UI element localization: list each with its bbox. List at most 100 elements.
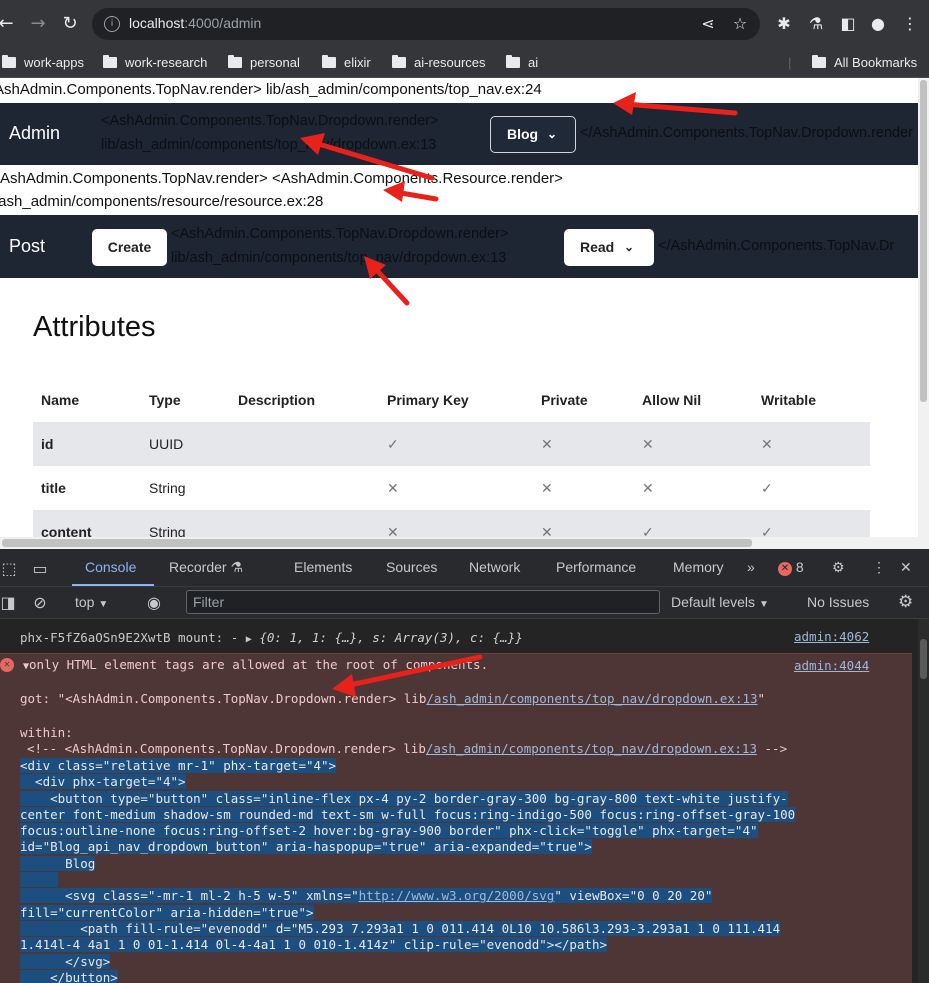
close-devtools-icon[interactable]: ✕: [900, 559, 912, 576]
bookmark-work-research[interactable]: work-research: [103, 54, 207, 72]
log-object[interactable]: {0: 1, 1: {…}, s: Array(3), c: {…}}: [259, 630, 522, 645]
read-dropdown-button[interactable]: Read ⌄: [564, 229, 654, 266]
settings-gear-icon[interactable]: ⚙: [832, 559, 845, 576]
device-toolbar-icon[interactable]: ▭: [30, 559, 50, 579]
clear-console-icon[interactable]: ⊘: [30, 593, 50, 613]
cell-description: [230, 466, 379, 510]
cell-description: [230, 422, 379, 466]
got-suffix: ": [757, 691, 766, 706]
more-tabs-icon[interactable]: »: [747, 559, 755, 575]
expand-triangle-icon[interactable]: ▶: [246, 634, 252, 645]
cross-icon: ✕: [379, 510, 533, 537]
blog-dropdown-button[interactable]: Blog ⌄: [490, 116, 576, 153]
log-levels-dropdown[interactable]: Default levels ▼: [671, 594, 769, 610]
tab-memory[interactable]: Memory: [673, 559, 724, 575]
comment-file-link[interactable]: /ash_admin/components/top_nav/dropdown.e…: [426, 741, 757, 756]
page-horizontal-scrollbar[interactable]: [0, 537, 929, 549]
col-type: Type: [149, 392, 181, 408]
url-host: localhost: [129, 15, 185, 31]
page-vertical-scrollbar[interactable]: [918, 78, 929, 537]
caret-down-icon: ▼: [98, 599, 109, 610]
bookmark-star-icon[interactable]: ☆: [730, 14, 750, 34]
error-header[interactable]: ▼only HTML element tags are allowed at t…: [23, 657, 488, 672]
error-code-block[interactable]: <div class="relative mr-1" phx-target="4…: [20, 758, 796, 983]
got-file-link[interactable]: /ash_admin/components/top_nav/dropdown.e…: [426, 691, 757, 706]
bookmark-label: elixir: [344, 55, 371, 70]
devtools-tabbar: ⬚ ▭ Console Recorder ⚗ Elements Sources …: [0, 549, 929, 587]
bookmark-personal[interactable]: personal: [228, 54, 300, 72]
bookmark-label: ai-resources: [414, 55, 486, 70]
levels-label: Default levels: [671, 594, 756, 610]
bookmark-all-bookmarks[interactable]: All Bookmarks: [812, 54, 917, 72]
sidebar-toggle-icon[interactable]: ◨: [0, 593, 16, 613]
context-selector[interactable]: top ▼: [75, 594, 108, 610]
log-source-link[interactable]: admin:4062: [794, 629, 869, 644]
console-settings-icon[interactable]: ⚙: [898, 592, 913, 612]
extensions-icon[interactable]: ✱: [774, 14, 794, 34]
eye-icon[interactable]: ◉: [142, 593, 166, 613]
inspect-element-icon[interactable]: ⬚: [0, 559, 18, 579]
resource-debug-close: </AshAdmin.Components.TopNav.Dr: [658, 238, 895, 254]
cell-name: content: [33, 510, 141, 537]
cross-icon: ✕: [387, 479, 399, 496]
forward-icon[interactable]: →: [26, 12, 50, 36]
resource-title: Post: [9, 236, 46, 256]
devtools-menu-icon[interactable]: ⋮: [872, 559, 886, 576]
folder-icon: [506, 55, 520, 68]
tab-elements[interactable]: Elements: [294, 559, 352, 575]
site-info-icon[interactable]: i: [104, 16, 120, 32]
folder-icon: [812, 55, 826, 68]
menu-kebab-icon[interactable]: ⋮: [900, 14, 920, 34]
bookmark-ai-resources[interactable]: ai-resources: [392, 54, 486, 72]
tab-performance[interactable]: Performance: [556, 559, 636, 575]
caret-down-icon: ▼: [758, 599, 769, 610]
tab-console[interactable]: Console: [85, 559, 136, 575]
read-button-label: Read: [580, 239, 615, 255]
tab-recorder[interactable]: Recorder ⚗: [169, 559, 243, 576]
bookmark-ai[interactable]: ai: [506, 54, 538, 72]
cross-icon: ✕: [541, 479, 553, 496]
code-line: <div class="relative mr-1" phx-target="4…: [20, 758, 337, 773]
bookmark-work-apps[interactable]: work-apps: [2, 54, 84, 72]
bookmark-label: personal: [250, 55, 300, 70]
scrollbar-thumb[interactable]: [920, 639, 927, 679]
code-line: fill="currentColor" aria-hidden="true">: [20, 904, 314, 920]
table-row: title String ✕ ✕ ✕ ✓: [33, 466, 870, 510]
nav-title-admin[interactable]: Admin: [9, 123, 60, 144]
code-line: </button>: [20, 969, 118, 983]
top-nav: Admin <AshAdmin.Components.TopNav.Dropdo…: [0, 103, 918, 165]
cross-icon: ✕: [533, 510, 634, 537]
scrollbar-thumb[interactable]: [920, 80, 927, 402]
nav-debug-path: lib/ash_admin/components/top_nav/dropdow…: [101, 137, 437, 153]
console-output: phx-F5fZ6aOSn9E2XwtB mount: - ▶ {0: 1, 1…: [0, 619, 918, 983]
create-button[interactable]: Create: [92, 229, 167, 266]
console-toolbar: ◨ ⊘ top ▼ ◉ Filter Default levels ▼ No I…: [0, 587, 929, 619]
code-line: <button type="button" class="inline-flex…: [20, 790, 788, 806]
folder-icon: [2, 55, 16, 68]
back-icon[interactable]: ←: [0, 12, 18, 36]
resource-debug-open: <AshAdmin.Components.TopNav.Dropdown.ren…: [171, 226, 509, 242]
bookmark-elixir[interactable]: elixir: [322, 54, 371, 72]
bookmark-label: ai: [528, 55, 539, 70]
error-source-link[interactable]: admin:4044: [794, 658, 869, 673]
cross-icon: ✕: [634, 422, 753, 466]
address-bar[interactable]: i localhost:4000/admin ⋖ ☆: [92, 8, 760, 40]
col-primary-key: Primary Key: [387, 392, 469, 408]
profile-icon[interactable]: ●: [868, 14, 888, 34]
console-scrollbar[interactable]: [918, 619, 929, 983]
reload-icon[interactable]: ↻: [58, 12, 82, 36]
error-count-badge[interactable]: ✕ 8: [778, 559, 804, 576]
issues-button[interactable]: No Issues: [807, 594, 869, 610]
tab-network[interactable]: Network: [469, 559, 520, 575]
filter-input[interactable]: Filter: [186, 590, 660, 614]
tab-sources[interactable]: Sources: [386, 559, 437, 575]
col-writable: Writable: [761, 392, 816, 408]
check-icon: ✓: [634, 510, 753, 537]
col-name: Name: [41, 392, 80, 408]
lab-flask-icon[interactable]: ⚗: [806, 14, 826, 34]
scrollbar-thumb[interactable]: [2, 539, 752, 547]
error-within: within:: [20, 725, 73, 740]
code-svg-link[interactable]: http://www.w3.org/2000/svg: [359, 888, 555, 903]
share-icon[interactable]: ⋖: [698, 14, 718, 34]
side-panel-icon[interactable]: ◧: [838, 14, 858, 34]
